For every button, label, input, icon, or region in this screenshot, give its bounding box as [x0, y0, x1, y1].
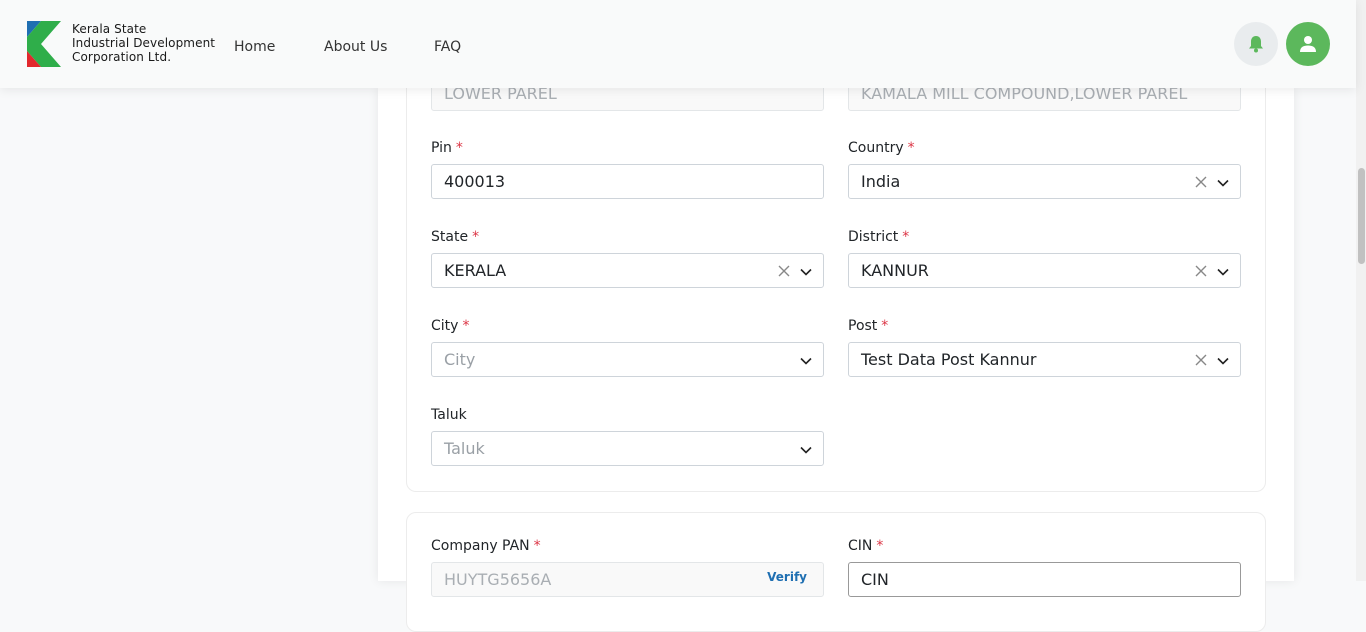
pin-input[interactable]: 400013 — [431, 164, 824, 199]
state-value: KERALA — [444, 261, 507, 280]
company-pan-label-text: Company PAN — [431, 538, 530, 554]
taluk-placeholder: Taluk — [444, 439, 485, 458]
company-pan-value: HUYTG5656A — [444, 570, 552, 589]
country-label-text: Country — [848, 140, 904, 156]
city-label-text: City — [431, 318, 459, 334]
cin-placeholder: CIN — [861, 570, 889, 589]
chevron-down-icon[interactable] — [1216, 265, 1230, 279]
chevron-down-icon[interactable] — [799, 443, 813, 457]
nav-home[interactable]: Home — [234, 39, 275, 55]
close-icon[interactable] — [777, 264, 791, 278]
state-label-text: State — [431, 229, 469, 245]
chevron-down-icon[interactable] — [799, 354, 813, 368]
city-placeholder: City — [444, 350, 476, 369]
pin-label: Pin * — [431, 140, 463, 156]
city-label: City * — [431, 318, 469, 334]
cin-label-text: CIN — [848, 538, 873, 554]
cin-label: CIN * — [848, 538, 883, 554]
notifications-button[interactable] — [1234, 22, 1278, 66]
close-icon[interactable] — [1194, 175, 1208, 189]
org-name-line-2: Industrial Development — [72, 36, 216, 50]
chevron-down-icon[interactable] — [1216, 176, 1230, 190]
pin-label-text: Pin — [431, 140, 452, 156]
kinfra-logo[interactable] — [27, 21, 61, 67]
required-mark: * — [907, 140, 915, 156]
required-mark: * — [902, 229, 910, 245]
district-label: District * — [848, 229, 909, 245]
post-select[interactable]: Test Data Post Kannur — [848, 342, 1241, 377]
state-label: State * — [431, 229, 479, 245]
scrollbar-track[interactable] — [1356, 0, 1366, 581]
state-select[interactable]: KERALA — [431, 253, 824, 288]
country-select[interactable]: India — [848, 164, 1241, 199]
close-icon[interactable] — [1194, 264, 1208, 278]
district-label-text: District — [848, 229, 899, 245]
nav-faq[interactable]: FAQ — [434, 39, 461, 55]
taluk-select[interactable]: Taluk — [431, 431, 824, 466]
chevron-down-icon[interactable] — [1216, 354, 1230, 368]
nav-about-us[interactable]: About Us — [324, 39, 387, 55]
required-mark: * — [462, 318, 470, 334]
taluk-label: Taluk — [431, 407, 467, 423]
city-select[interactable]: City — [431, 342, 824, 377]
pin-value: 400013 — [444, 172, 506, 191]
org-name-line-3: Corporation Ltd. — [72, 50, 172, 64]
scrollbar-thumb[interactable] — [1358, 168, 1365, 264]
company-pan-input: HUYTG5656A Verify — [431, 562, 824, 597]
required-mark: * — [876, 538, 884, 554]
country-value: India — [861, 172, 901, 191]
taluk-label-text: Taluk — [431, 407, 467, 423]
country-label: Country * — [848, 140, 915, 156]
post-value: Test Data Post Kannur — [861, 350, 1037, 369]
chevron-down-icon[interactable] — [799, 265, 813, 279]
org-name-line-1: Kerala State — [72, 22, 147, 36]
org-name: Kerala State Industrial Development Corp… — [72, 22, 215, 64]
user-profile-button[interactable] — [1286, 22, 1330, 66]
company-pan-label: Company PAN * — [431, 538, 541, 554]
close-icon[interactable] — [1194, 353, 1208, 367]
post-label: Post * — [848, 318, 888, 334]
required-mark: * — [533, 538, 541, 554]
verify-pan-button[interactable]: Verify — [767, 570, 807, 584]
required-mark: * — [472, 229, 480, 245]
district-value: KANNUR — [861, 261, 929, 280]
bell-icon — [1249, 36, 1263, 53]
top-navbar: Kerala State Industrial Development Corp… — [0, 0, 1356, 88]
required-mark: * — [881, 318, 889, 334]
district-select[interactable]: KANNUR — [848, 253, 1241, 288]
required-mark: * — [455, 140, 463, 156]
user-icon — [1300, 36, 1316, 52]
cin-input[interactable]: CIN — [848, 562, 1241, 597]
post-label-text: Post — [848, 318, 878, 334]
